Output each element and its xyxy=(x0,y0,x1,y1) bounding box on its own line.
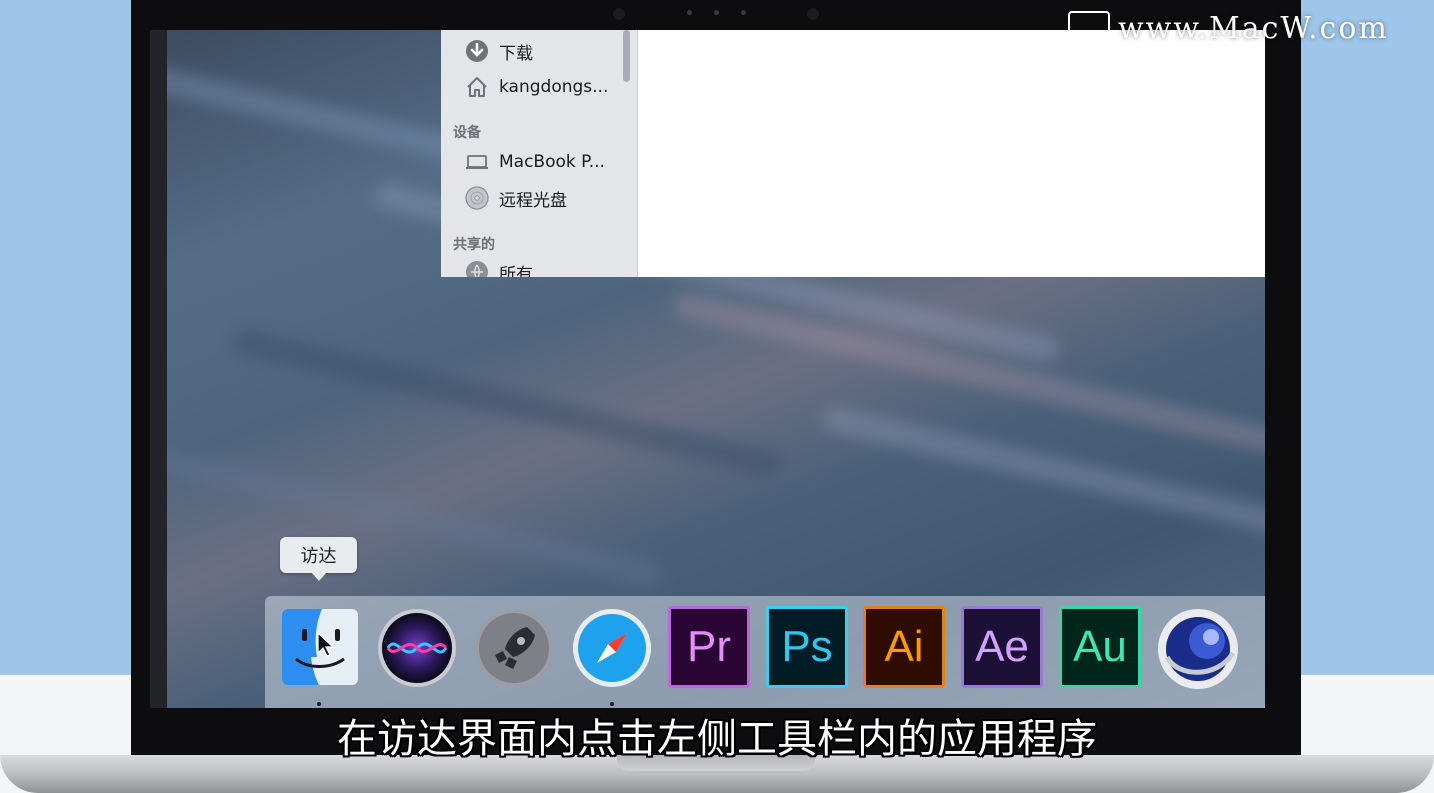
dock-tooltip: 访达 xyxy=(280,537,357,573)
app-label: Ae xyxy=(975,622,1029,671)
tooltip-arrow xyxy=(311,572,327,581)
cinema4d-icon[interactable] xyxy=(1155,607,1239,691)
app-label: Ps xyxy=(781,622,833,671)
audition-icon[interactable]: Au xyxy=(1059,606,1141,688)
finder-window[interactable]: 下载 kangdongs... 设备 MacBook P... 远程光盘 共享的… xyxy=(441,30,1265,277)
network-icon xyxy=(465,260,489,277)
app-label: Ai xyxy=(884,622,924,671)
sidebar-item-downloads[interactable]: 下载 xyxy=(465,36,533,66)
watermark-logo-icon xyxy=(1068,11,1110,45)
photoshop-icon[interactable]: Ps xyxy=(766,606,848,688)
camera-dot xyxy=(741,10,746,15)
camera-dot xyxy=(687,10,692,15)
sidebar-item-remote-disc[interactable]: 远程光盘 xyxy=(465,183,567,213)
sidebar-item-all-shared[interactable]: 所有 xyxy=(465,257,533,277)
sidebar-item-label: kangdongs... xyxy=(499,77,609,97)
screen-edge xyxy=(150,30,167,708)
home-icon xyxy=(465,75,489,99)
watermark: www.MacW.com xyxy=(1068,8,1389,48)
finder-content-area[interactable] xyxy=(638,30,1265,277)
sidebar-item-label: 远程光盘 xyxy=(499,190,567,211)
premiere-icon[interactable]: Pr xyxy=(668,606,750,688)
video-subtitle: 在访达界面内点击左侧工具栏内的应用程序 xyxy=(337,716,1097,762)
siri-icon[interactable] xyxy=(376,607,460,691)
laptop-icon xyxy=(465,150,489,174)
sidebar-item-home[interactable]: kangdongs... xyxy=(465,72,608,102)
aftereffects-icon[interactable]: Ae xyxy=(961,606,1043,688)
app-label: Au xyxy=(1073,622,1127,671)
sidebar-section-shared: 共享的 xyxy=(453,237,495,253)
sidebar-scrollbar[interactable] xyxy=(623,30,630,82)
safari-icon[interactable] xyxy=(571,607,655,691)
sidebar-item-label: MacBook P... xyxy=(499,152,605,172)
watermark-text: www.MacW.com xyxy=(1118,10,1389,46)
sidebar-item-macbook[interactable]: MacBook P... xyxy=(465,147,605,177)
finder-sidebar[interactable]: 下载 kangdongs... 设备 MacBook P... 远程光盘 共享的… xyxy=(441,30,638,277)
finder-icon[interactable] xyxy=(280,607,364,691)
camera-dot xyxy=(714,10,719,15)
camera-ring xyxy=(807,8,819,20)
sidebar-item-label: 下载 xyxy=(499,43,533,64)
app-label: Pr xyxy=(687,622,731,671)
sidebar-section-devices: 设备 xyxy=(453,125,481,141)
sidebar-item-label: 所有 xyxy=(499,264,533,278)
camera-ring xyxy=(613,8,625,20)
disc-icon xyxy=(465,186,489,210)
illustrator-icon[interactable]: Ai xyxy=(863,606,945,688)
launchpad-icon[interactable] xyxy=(473,607,557,691)
download-icon xyxy=(465,39,489,63)
